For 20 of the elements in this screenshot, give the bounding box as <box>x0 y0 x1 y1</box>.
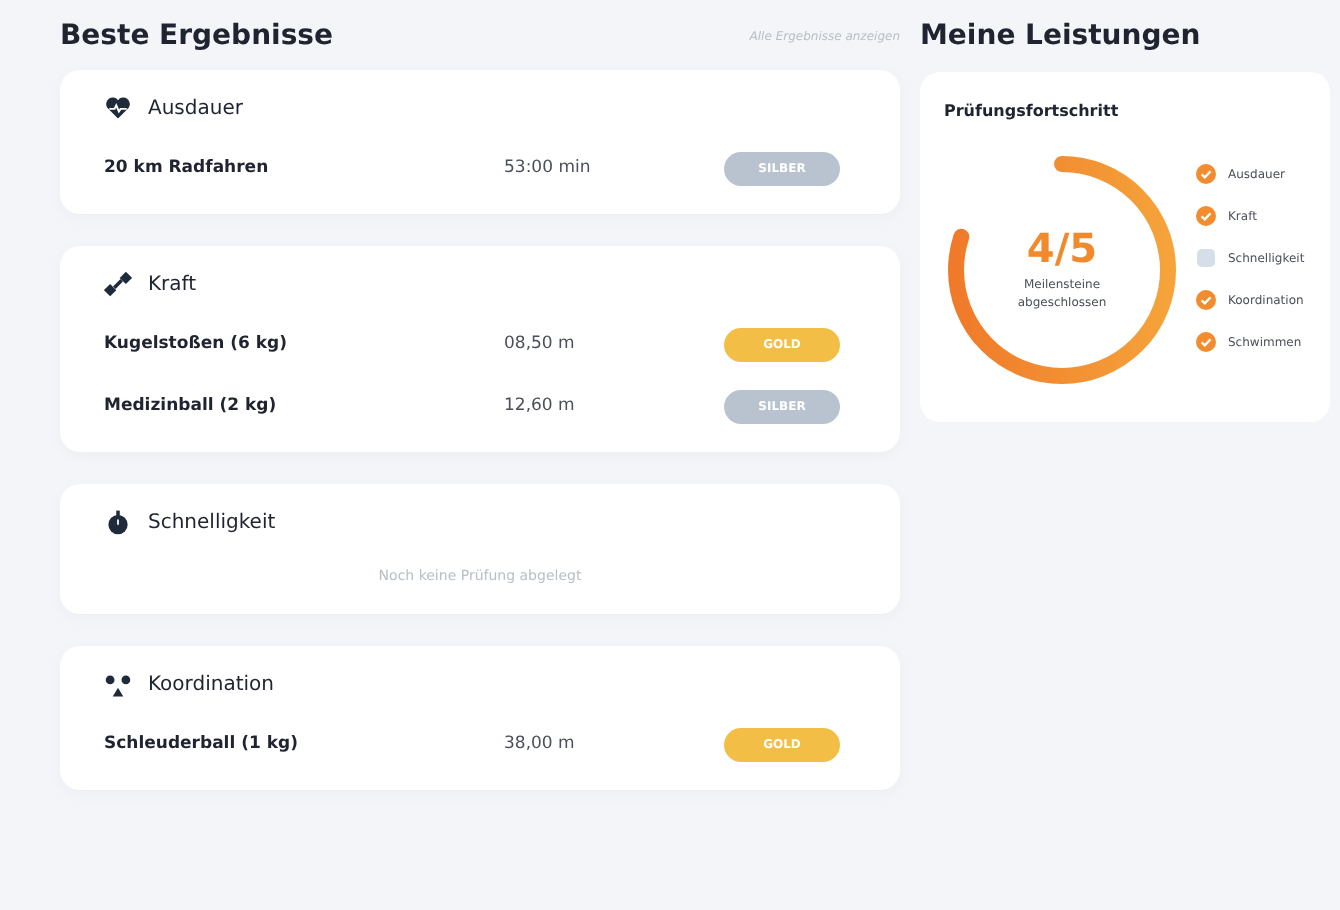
result-value: 53:00 min <box>504 155 593 182</box>
stopwatch-icon <box>104 508 132 537</box>
result-value: 38,00 m <box>504 732 577 759</box>
category-title: Schnelligkeit <box>148 509 276 538</box>
exercise-name: Kugelstoßen (6 kg) <box>104 331 289 358</box>
section-title: Beste Ergebnisse <box>60 20 333 54</box>
exercise-name: Schleuderball (1 kg) <box>104 732 300 759</box>
dumbbell-icon <box>104 270 132 299</box>
progress-value: 4/5 <box>1026 227 1098 268</box>
heart-icon <box>104 94 132 123</box>
people-icon <box>104 671 132 700</box>
section-title: Meine Leistungen <box>920 20 1203 54</box>
category-title: Ausdauer <box>148 95 243 124</box>
exercise-name: Medizinball (2 kg) <box>104 393 279 420</box>
result-value: 08,50 m <box>504 331 577 358</box>
result-value: 12,60 m <box>504 393 577 420</box>
exercise-name: 20 km Radfahren <box>104 155 271 182</box>
card-title: Prüfungsfortschritt <box>944 99 1121 124</box>
category-title: Kraft <box>148 271 197 300</box>
category-title: Koordination <box>148 672 274 701</box>
